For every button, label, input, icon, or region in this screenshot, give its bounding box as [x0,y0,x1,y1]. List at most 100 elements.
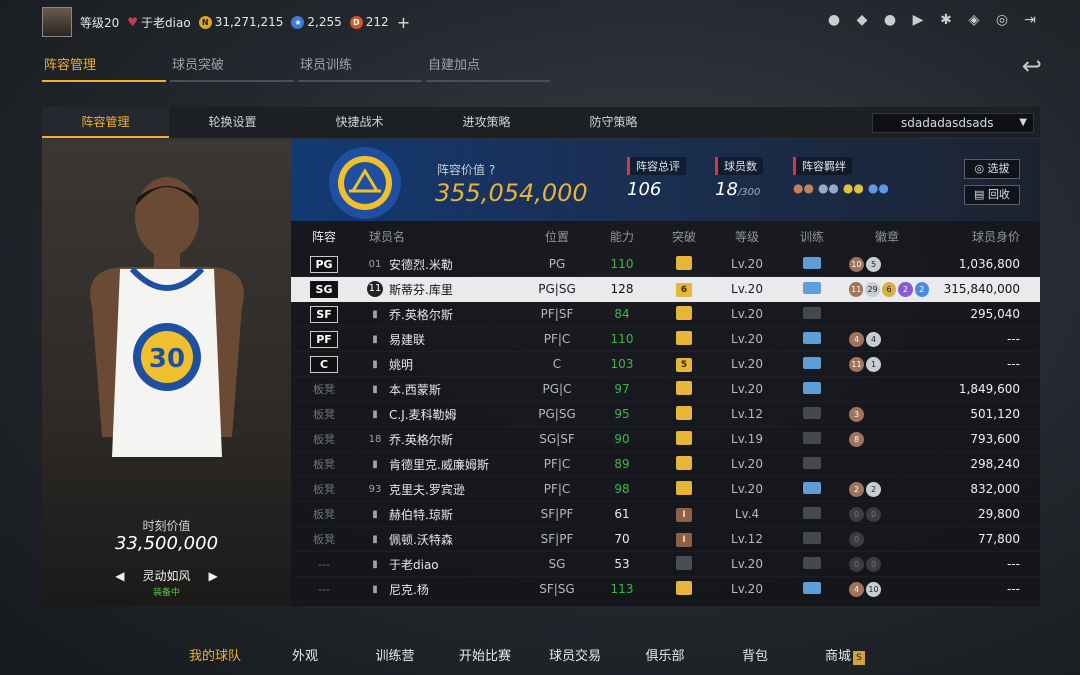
player-name-cell: ▮ 本.西蒙斯 [357,381,523,398]
subtab-offense[interactable]: 进攻策略 [423,107,550,138]
table-row[interactable]: 板凳 ▮ 本.西蒙斯 PG|C 97 Lv.20 1,849,600 [291,377,1040,402]
tab-lineup-management[interactable]: 阵容管理 [42,54,166,82]
avatar[interactable] [42,7,72,37]
player-position: SF|PF [540,507,574,521]
table-row[interactable]: SG 11 斯蒂芬.库里 PG|SG 128 6 Lv.20 11 29 6 2 2 31… [291,277,1040,302]
col-badges[interactable]: 徽章 [845,228,929,245]
player-position: PG|C [542,382,572,396]
prev-arrow-icon[interactable]: ◀ [115,569,124,583]
nav-start-game[interactable]: 开始比赛 [440,645,530,665]
skill-selector: ◀ 灵动如风 ▶ [42,567,291,584]
help-icon[interactable]: ? [489,163,495,177]
subtab-defense[interactable]: 防守策略 [550,107,677,138]
badge-icon: 0 [849,531,864,547]
lineup-dropdown-value: sdadadasdsads [901,116,994,130]
gear-icon[interactable]: ✱ [938,12,954,28]
next-arrow-icon[interactable]: ▶ [209,569,218,583]
player-card[interactable]: 30 时刻价值 33,500,000 ◀ 灵动如风 ▶ 装备中 [42,139,291,606]
jersey-number: 11 [367,281,383,297]
nav-my-team[interactable]: 我的球队 [170,645,260,665]
video-icon[interactable]: ▶ [910,12,926,28]
col-ability[interactable]: 能力 [591,228,653,245]
player-name: 本.西蒙斯 [389,382,441,397]
ticket-balance: D 212 [349,15,389,29]
player-value: 315,840,000 [943,282,1020,296]
badge-icon: 6 [881,281,897,297]
signal-icon: ▮ [372,358,378,370]
player-name: 克里夫.罗宾逊 [389,482,465,497]
table-row[interactable]: 板凳 93 克里夫.罗宾逊 PF|C 98 Lv.20 22 832,000 [291,477,1040,502]
player-level: Lv.20 [731,332,763,346]
table-row[interactable]: --- ▮ 尼克.杨 SF|SG 113 Lv.20 4 10 --- [291,577,1040,602]
table-row[interactable]: 板凳 ▮ 佩顿.沃特森 SF|PF 70 I Lv.12 0 77,800 [291,527,1040,552]
player-count: 18/300 [715,179,761,200]
nav-player-trade[interactable]: 球员交易 [530,645,620,665]
badge-icon: 10 [866,581,881,597]
col-player-value[interactable]: 球员身价 [929,228,1040,245]
col-lineup[interactable]: 阵容 [291,228,357,245]
player-value: 298,240 [970,457,1020,471]
profile-icon[interactable]: ● [826,12,842,28]
breakthrough-cell [653,330,715,348]
friends-icon[interactable]: ● [882,12,898,28]
table-row[interactable]: PF ▮ 易建联 PF|C 110 Lv.20 44 --- [291,327,1040,352]
player-ability: 128 [610,282,634,296]
subtab-lineup[interactable]: 阵容管理 [42,107,169,138]
tab-player-training[interactable]: 球员训练 [298,54,422,82]
bond-icons[interactable]: ●● ●● ●● ●● [793,181,889,195]
recycle-button[interactable]: ▤ 回收 [964,185,1020,205]
badge-icon: 2 [898,281,913,297]
exit-icon[interactable]: ⇥ [1022,12,1038,28]
player-value: 832,000 [970,482,1020,496]
signal-icon: ▮ [372,383,378,395]
player-level: Lv.20 [731,257,763,271]
lineup-slot: 板凳 [291,406,357,422]
col-level[interactable]: 等级 [715,228,779,245]
add-currency-button[interactable]: + [397,13,410,32]
position-slot: SF [310,305,338,323]
table-row[interactable]: 板凳 ▮ 肯德里克.威廉姆斯 PF|C 89 Lv.20 298,240 [291,452,1040,477]
lineup-dropdown[interactable]: sdadadasdsads ▼ [872,113,1034,133]
nav-training-camp[interactable]: 训练营 [350,645,440,665]
col-position[interactable]: 位置 [523,228,591,245]
col-training[interactable]: 训练 [779,228,845,245]
subtab-quick-tactics[interactable]: 快捷战术 [296,107,423,138]
tab-custom-points[interactable]: 自建加点 [426,54,550,82]
table-row[interactable]: --- ▮ 于老diao SG 53 Lv.20 00 --- [291,552,1040,577]
team-logo [329,147,401,219]
signal-icon: ▮ [372,583,378,595]
breakthrough-cell [653,305,715,323]
player-ability: 70 [614,532,630,546]
table-row[interactable]: PG 01 安德烈.米勒 PG 110 Lv.20 10 5 1,036,800 [291,252,1040,277]
table-row[interactable]: 板凳 ▮ 赫伯特.琼斯 SF|PF 61 I Lv.4 00 29,800 [291,502,1040,527]
player-value: --- [1007,557,1020,571]
back-arrow-icon[interactable]: ↩ [1022,52,1042,80]
table-row[interactable]: 板凳 ▮ C.J.麦科勒姆 PG|SG 95 Lv.12 3 501,120 [291,402,1040,427]
subtab-rotation[interactable]: 轮换设置 [169,107,296,138]
table-row[interactable]: 板凳 18 乔.英格尔斯 SG|SF 90 Lv.19 8 793,600 [291,427,1040,452]
col-breakthrough[interactable]: 突破 [653,228,715,245]
nav-shop[interactable]: 商城 S [800,645,890,665]
top-bar: 等级20 ♥ 于老diao N 31,271,215 ★ 2,255 D 212… [0,0,1080,44]
bell-icon[interactable]: ◆ [854,12,870,28]
training-cell [779,431,845,447]
nav-appearance[interactable]: 外观 [260,645,350,665]
col-player-name[interactable]: 球员名 [357,228,523,245]
badge-icon: 5 [866,256,881,272]
star-amount: 2,255 [307,15,342,29]
breakthrough-cell [653,555,715,573]
signal-icon: ▮ [372,558,378,570]
nav-club[interactable]: 俱乐部 [620,645,710,665]
nav-backpack[interactable]: 背包 [710,645,800,665]
player-value: 1,849,600 [958,382,1020,396]
select-button[interactable]: ◎ 选拔 [964,159,1020,179]
shield-icon[interactable]: ◈ [966,12,982,28]
signal-icon: ▮ [372,508,378,520]
tab-player-breakthrough[interactable]: 球员突破 [170,54,294,82]
player-level: Lv.20 [731,582,763,596]
rating-label: 阵容总评 [627,157,686,175]
table-row[interactable]: SF ▮ 乔.英格尔斯 PF|SF 84 Lv.20 295,040 [291,302,1040,327]
headset-icon[interactable]: ◎ [994,12,1010,28]
table-row[interactable]: C ▮ 姚明 C 103 5 Lv.20 11 1 --- [291,352,1040,377]
training-icon [803,406,821,419]
